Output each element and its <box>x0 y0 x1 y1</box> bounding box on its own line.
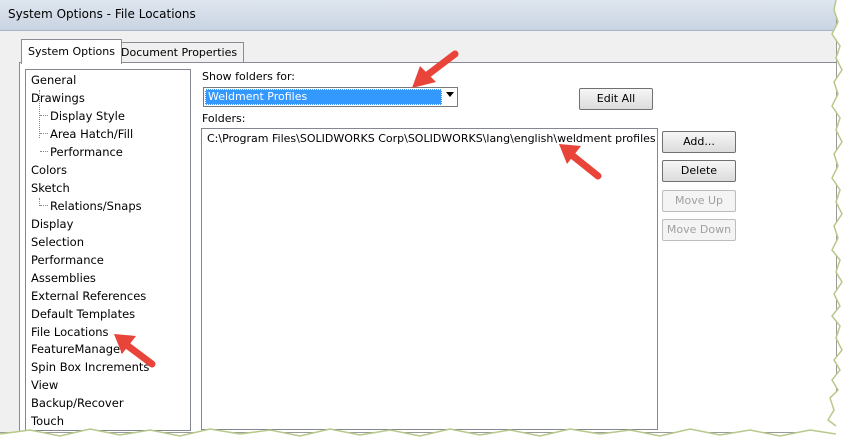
torn-edge-bottom <box>0 428 836 448</box>
tree-item-selection[interactable]: Selection <box>31 233 84 251</box>
tree-connector <box>40 205 48 206</box>
tree-item-backup-recover[interactable]: Backup/Recover <box>31 394 124 412</box>
tree-item-drawings-performance[interactable]: Performance <box>50 143 123 161</box>
show-folders-label: Show folders for: <box>202 70 295 83</box>
tree-connector <box>40 151 48 152</box>
tree-item-file-locations[interactable]: File Locations <box>31 323 109 341</box>
tree-connector <box>40 133 48 134</box>
edit-all-button[interactable]: Edit All <box>579 88 653 110</box>
tab-system-options[interactable]: System Options <box>21 39 122 64</box>
delete-button[interactable]: Delete <box>662 160 736 182</box>
annotation-arrow-icon <box>559 144 602 180</box>
annotation-arrow-icon <box>412 50 459 88</box>
window-title: System Options - File Locations <box>8 7 196 21</box>
tree-item-default-templates[interactable]: Default Templates <box>31 305 135 323</box>
tree-item-sketch[interactable]: Sketch <box>31 179 70 197</box>
annotation-arrow-icon <box>114 334 156 368</box>
folders-label: Folders: <box>202 112 246 125</box>
tree-item-external-references[interactable]: External References <box>31 287 146 305</box>
tab-document-properties[interactable]: Document Properties <box>114 42 245 63</box>
add-button[interactable]: Add... <box>662 131 736 153</box>
move-down-button[interactable]: Move Down <box>662 219 736 241</box>
options-tree: General Drawings Display Style Area Hatc… <box>25 69 191 431</box>
title-bar: System Options - File Locations <box>0 0 836 31</box>
torn-edge-decoration <box>818 0 854 448</box>
tree-item-general[interactable]: General <box>31 71 76 89</box>
tree-item-view[interactable]: View <box>31 376 58 394</box>
tree-item-display-style[interactable]: Display Style <box>50 107 125 125</box>
tree-item-assemblies[interactable]: Assemblies <box>31 269 96 287</box>
tree-item-performance[interactable]: Performance <box>31 251 104 269</box>
tree-item-drawings[interactable]: Drawings <box>31 89 85 107</box>
tree-connector <box>40 115 48 116</box>
tree-item-colors[interactable]: Colors <box>31 161 67 179</box>
move-up-button[interactable]: Move Up <box>662 190 736 212</box>
tree-item-area-hatch-fill[interactable]: Area Hatch/Fill <box>50 125 133 143</box>
tree-item-display[interactable]: Display <box>31 215 73 233</box>
tree-item-relations-snaps[interactable]: Relations/Snaps <box>50 197 142 215</box>
